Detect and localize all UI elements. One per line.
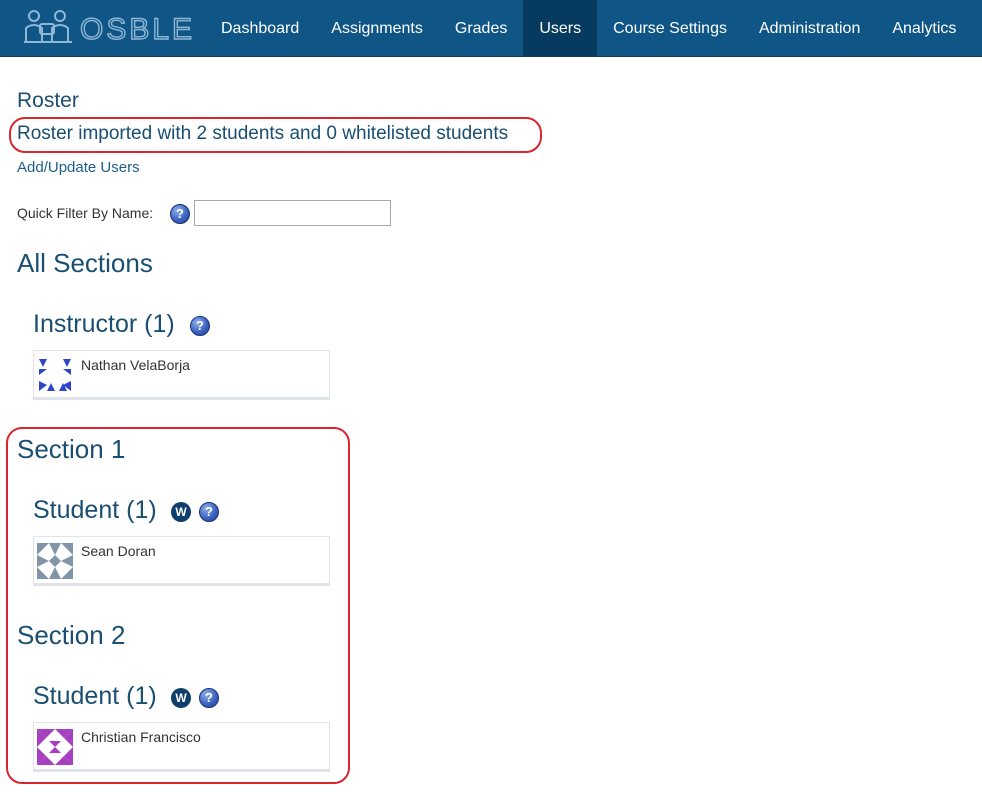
section-1-student-heading: Student (1) xyxy=(33,496,157,524)
section-1-heading: Section 1 xyxy=(17,434,126,464)
nav-grades[interactable]: Grades xyxy=(439,0,523,57)
logo-text: OSBLE xyxy=(80,13,195,46)
page-title: Roster xyxy=(17,89,79,112)
nav-analytics[interactable]: Analytics xyxy=(876,0,972,57)
import-status-message: Roster imported with 2 students and 0 wh… xyxy=(17,123,509,144)
main-nav: Dashboard Assignments Grades Users Cours… xyxy=(205,0,972,57)
top-navbar: OSBLE Dashboard Assignments Grades Users… xyxy=(0,0,982,57)
osble-logo[interactable]: OSBLE xyxy=(22,6,197,50)
whitelist-icon[interactable]: W xyxy=(171,502,191,522)
nav-users[interactable]: Users xyxy=(523,0,598,57)
quick-filter-input[interactable] xyxy=(194,200,391,226)
instructor-help-icon[interactable]: ? xyxy=(190,316,210,336)
section-2-student-heading: Student (1) xyxy=(33,682,157,710)
whitelist-icon[interactable]: W xyxy=(171,688,191,708)
nav-course-settings[interactable]: Course Settings xyxy=(597,0,743,57)
user-card-student[interactable]: Sean Doran xyxy=(33,536,330,586)
user-name: Nathan VelaBorja xyxy=(81,357,190,373)
add-update-users-link[interactable]: Add/Update Users xyxy=(17,159,140,176)
avatar xyxy=(37,357,73,393)
section-2-help-icon[interactable]: ? xyxy=(199,688,219,708)
section-2-heading: Section 2 xyxy=(17,620,126,650)
user-card-instructor[interactable]: Nathan VelaBorja xyxy=(33,350,330,400)
all-sections-heading: All Sections xyxy=(17,248,153,278)
filter-help-icon[interactable]: ? xyxy=(170,204,190,224)
quick-filter-label: Quick Filter By Name: xyxy=(17,205,154,221)
nav-assignments[interactable]: Assignments xyxy=(315,0,439,57)
user-name: Sean Doran xyxy=(81,543,156,559)
user-name: Christian Francisco xyxy=(81,729,201,745)
nav-administration[interactable]: Administration xyxy=(743,0,876,57)
avatar xyxy=(37,543,73,579)
instructor-group-heading: Instructor (1) xyxy=(33,310,175,338)
avatar xyxy=(37,729,73,765)
section-1-help-icon[interactable]: ? xyxy=(199,502,219,522)
user-card-student[interactable]: Christian Francisco xyxy=(33,722,330,772)
nav-dashboard[interactable]: Dashboard xyxy=(205,0,315,57)
